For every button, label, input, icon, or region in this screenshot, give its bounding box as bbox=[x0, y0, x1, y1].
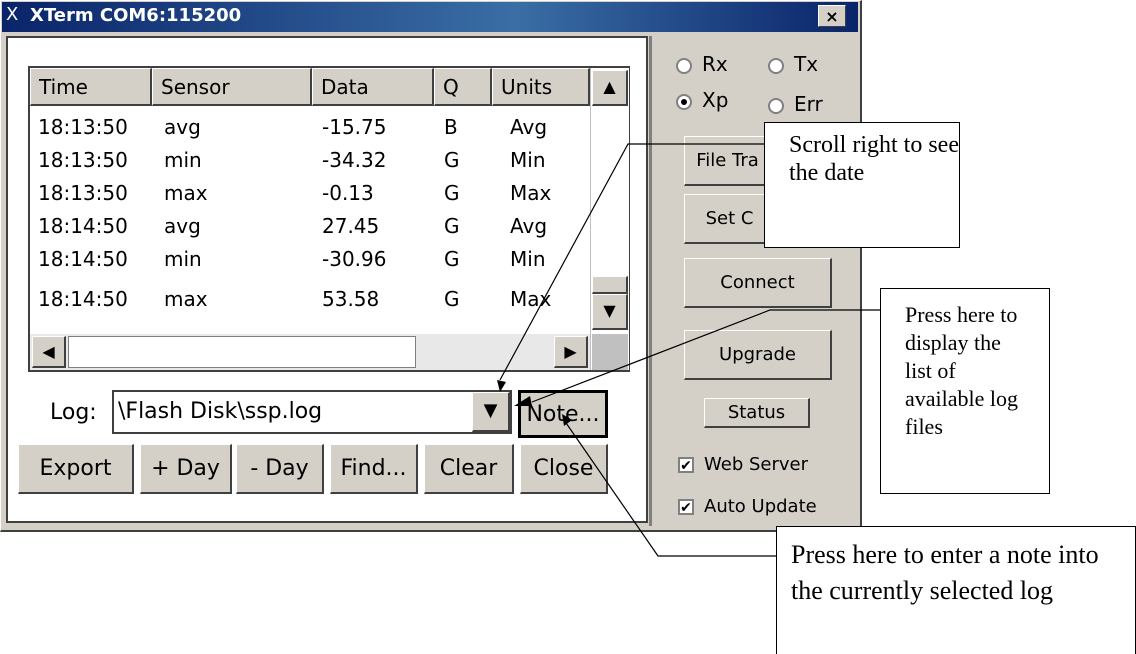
callout-line-scroll bbox=[499, 143, 764, 381]
callout-note: Press here to enter a note into the curr… bbox=[776, 526, 1136, 654]
callout-scroll: Scroll right to see the date bbox=[764, 122, 960, 248]
callout-log-files: Press here to display the list of availa… bbox=[880, 288, 1050, 494]
callout-line-log bbox=[531, 309, 880, 403]
arrowhead-icon bbox=[497, 380, 506, 392]
callout-line-note bbox=[563, 419, 776, 557]
arrowhead-icon bbox=[514, 396, 532, 406]
